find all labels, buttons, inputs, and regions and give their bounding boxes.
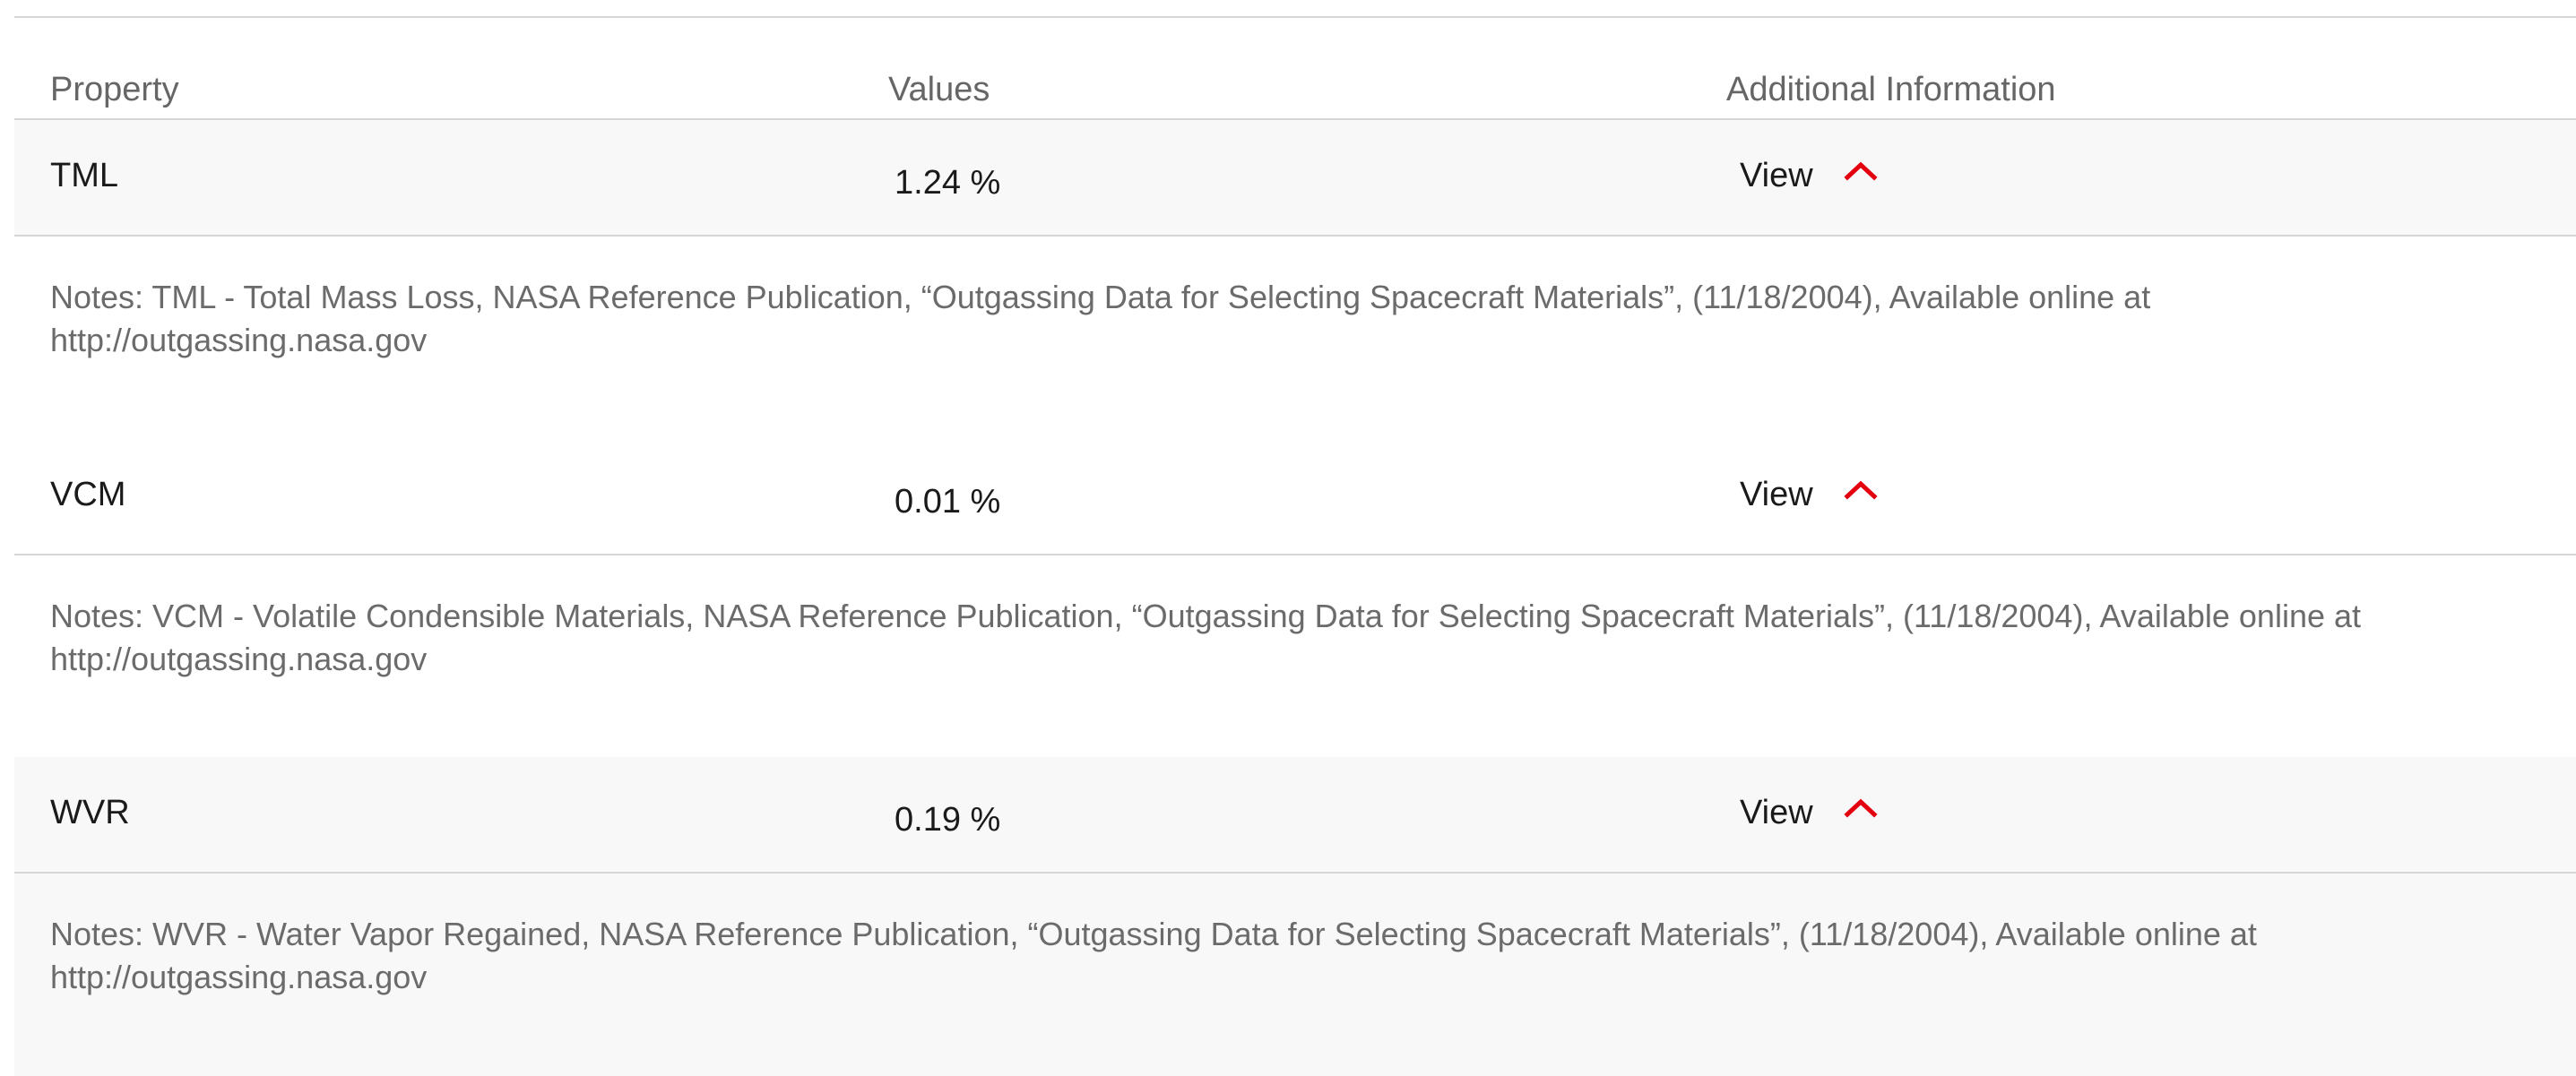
chevron-up-icon [1844,798,1878,818]
notes-panel-wvr: Notes: WVR - Water Vapor Regained, NASA … [14,874,2576,1076]
property-value: 0.19 % [895,801,1001,839]
view-toggle-button[interactable]: View [1740,475,1878,514]
notes-text: Notes: TML - Total Mass Loss, NASA Refer… [50,276,2524,362]
notes-panel-vcm: Notes: VCM - Volatile Condensible Materi… [14,555,2576,758]
view-label: View [1740,157,1813,194]
view-toggle-button[interactable]: View [1740,156,1878,195]
view-label: View [1740,794,1813,831]
property-value: 0.01 % [895,483,1001,521]
table-row-wvr: WVR 0.19 % View [14,757,2576,874]
chevron-up-icon [1844,480,1878,500]
table-header: Property Values Additional Information [14,18,2576,120]
table-row-tml: TML 1.24 % View [14,120,2576,237]
property-value: 1.24 % [895,164,1001,202]
notes-line: Notes: VCM - Volatile Condensible Materi… [50,598,2362,634]
notes-url: http://outgassing.nasa.gov [50,959,428,995]
property-name: TML [50,157,118,194]
property-name: VCM [50,476,126,513]
view-toggle-button[interactable]: View [1740,793,1878,832]
table-row-vcm: VCM 0.01 % View [14,439,2576,555]
notes-line: Notes: TML - Total Mass Loss, NASA Refer… [50,279,2151,315]
notes-url: http://outgassing.nasa.gov [50,322,428,358]
notes-url: http://outgassing.nasa.gov [50,641,428,677]
notes-panel-tml: Notes: TML - Total Mass Loss, NASA Refer… [14,237,2576,439]
notes-line: Notes: WVR - Water Vapor Regained, NASA … [50,916,2257,952]
property-name: WVR [50,794,130,831]
header-additional-information: Additional Information [1726,71,2056,108]
notes-text: Notes: WVR - Water Vapor Regained, NASA … [50,913,2524,999]
notes-text: Notes: VCM - Volatile Condensible Materi… [50,595,2524,681]
header-values: Values [888,71,990,108]
view-label: View [1740,476,1813,513]
header-property: Property [50,71,179,108]
chevron-up-icon [1844,161,1878,181]
